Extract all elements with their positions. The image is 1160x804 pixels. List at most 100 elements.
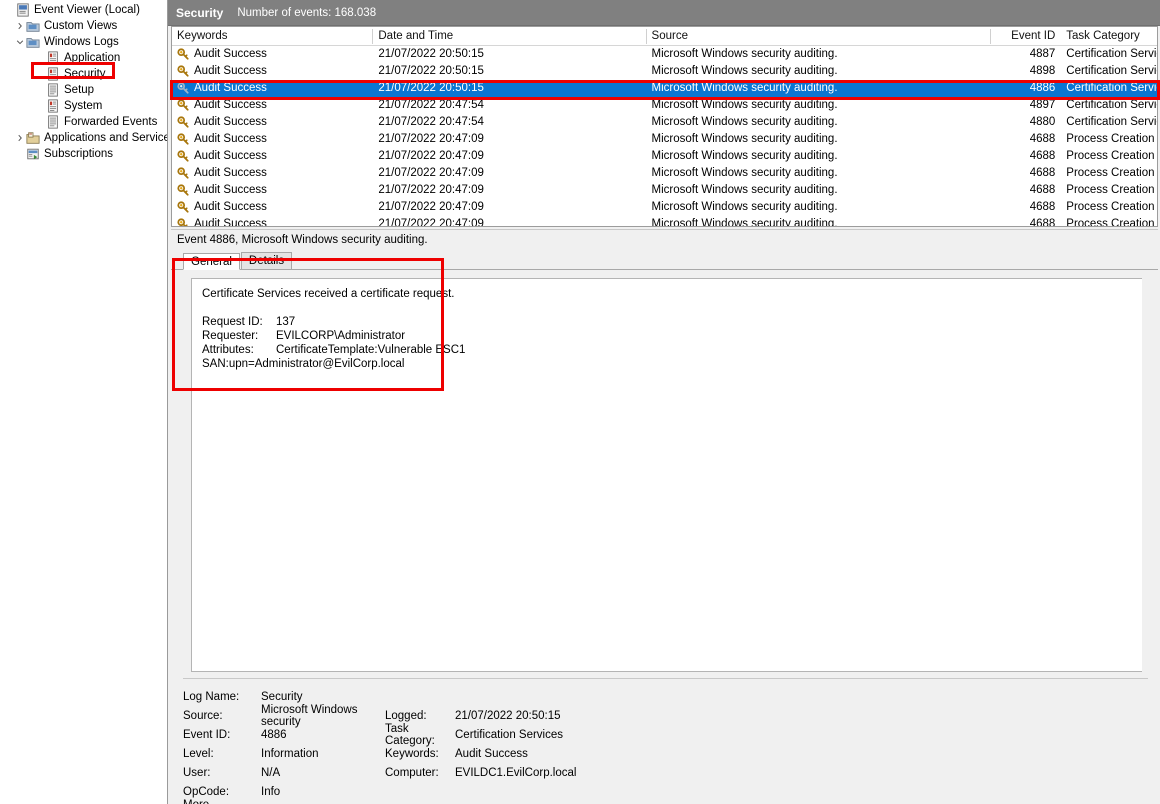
- keywords-text: Audit Success: [194, 116, 267, 128]
- tree-item-setup[interactable]: Setup: [0, 82, 167, 98]
- cell-taskcat: Certification Services: [1066, 99, 1157, 111]
- metadata-label2: Keywords:: [385, 747, 439, 760]
- event-row[interactable]: Audit Success 21/07/2022 20:47:09 Microsof…: [172, 182, 1157, 199]
- metadata-label: Source:: [183, 709, 223, 722]
- cell-source: Microsoft Windows security auditing.: [651, 201, 838, 213]
- event-row[interactable]: Audit Success 21/07/2022 20:50:15 Microsof…: [172, 46, 1157, 63]
- more-information-label: More Information:: [183, 799, 261, 804]
- key-icon: [177, 167, 189, 179]
- metadata-rows: Log Name: Security Source: Microsoft Window…: [183, 687, 1148, 801]
- console-tree[interactable]: Event Viewer (Local) Custom Views Windows …: [0, 2, 167, 162]
- cell-datetime: 21/07/2022 20:47:54: [378, 116, 484, 128]
- cell-source: Microsoft Windows security auditing.: [651, 133, 838, 145]
- cell-source: Microsoft Windows security auditing.: [651, 116, 838, 128]
- metadata-value: 4886: [261, 728, 287, 741]
- tree-item-security[interactable]: Security: [0, 66, 167, 82]
- tree-item-windows-logs[interactable]: Windows Logs: [0, 34, 167, 50]
- cell-eventid: 4897: [1029, 99, 1056, 111]
- tree-item-subscriptions[interactable]: Subscriptions: [0, 146, 167, 162]
- cell-keywords: Audit Success: [172, 97, 373, 114]
- event-list[interactable]: Keywords Date and Time Source Event ID Task …: [171, 26, 1158, 227]
- event-row[interactable]: Audit Success 21/07/2022 20:50:15 Microsof…: [172, 63, 1157, 80]
- column-header-taskcat[interactable]: Task Category: [1061, 27, 1157, 46]
- tree-item-forwarded-events[interactable]: Forwarded Events: [0, 114, 167, 130]
- console-tree-sidebar[interactable]: Event Viewer (Local) Custom Views Windows …: [0, 0, 168, 804]
- chevron-right-icon[interactable]: [14, 21, 26, 31]
- tree-item-applications-and-services-lo[interactable]: Applications and Services Lo: [0, 130, 167, 146]
- tab-details[interactable]: Details: [240, 252, 293, 269]
- event-row[interactable]: Audit Success 21/07/2022 20:47:09 Microsof…: [172, 148, 1157, 165]
- pane-title: Security: [176, 5, 224, 20]
- event-row[interactable]: Audit Success 21/07/2022 20:47:09 Microsof…: [172, 165, 1157, 182]
- cell-keywords: Audit Success: [172, 63, 373, 80]
- keywords-text: Audit Success: [194, 82, 267, 94]
- column-header-datetime[interactable]: Date and Time: [373, 27, 647, 46]
- keywords-text: Audit Success: [194, 218, 267, 227]
- tree-item-label: Setup: [64, 84, 95, 96]
- chevron-right-icon[interactable]: [14, 133, 26, 143]
- description-fields: Request ID: 137 Requester: EVILCORP\Adminis…: [202, 315, 1132, 357]
- event-description-box[interactable]: Certificate Services received a certific…: [191, 278, 1142, 672]
- cell-spacer: [852, 216, 992, 226]
- detail-tabstrip[interactable]: General Details: [171, 252, 1158, 270]
- cell-source: Microsoft Windows security auditing.: [651, 167, 838, 179]
- cell-taskcat: Process Creation: [1066, 167, 1155, 179]
- keywords-text: Audit Success: [194, 133, 267, 145]
- cell-spacer: [852, 148, 992, 165]
- column-header-source[interactable]: Source: [647, 27, 852, 46]
- tree-item-system[interactable]: System: [0, 98, 167, 114]
- description-field-label: Attributes:: [202, 344, 254, 356]
- description-headline: Certificate Services received a certific…: [202, 288, 455, 300]
- column-header-gap[interactable]: [852, 27, 992, 46]
- event-detail-panel: General Details Certificate Services rece…: [171, 252, 1158, 804]
- event-row[interactable]: Audit Success 21/07/2022 20:47:54 Microsof…: [172, 114, 1157, 131]
- key-icon: [177, 218, 188, 226]
- cell-spacer: [852, 114, 992, 131]
- event-summary-bar: Event 4886, Microsoft Windows security a…: [171, 229, 1158, 249]
- metadata-label: User:: [183, 766, 211, 779]
- tree-item-custom-views[interactable]: Custom Views: [0, 18, 167, 34]
- event-list-header[interactable]: Keywords Date and Time Source Event ID Task …: [172, 27, 1157, 46]
- cell-spacer: [852, 46, 992, 63]
- key-icon: [177, 82, 189, 94]
- cell-datetime: 21/07/2022 20:47:09: [378, 150, 484, 162]
- keywords-text: Audit Success: [194, 201, 267, 213]
- column-header-eventid[interactable]: Event ID: [991, 27, 1061, 46]
- event-row[interactable]: Audit Success 21/07/2022 20:47:09 Microsof…: [172, 199, 1157, 216]
- cell-taskcat: Certification Services: [1066, 65, 1157, 77]
- cell-eventid: 4688: [1029, 133, 1056, 145]
- cell-taskcat: Process Creation: [1066, 150, 1155, 162]
- tree-item-application[interactable]: Application: [0, 50, 167, 66]
- log-icon: [46, 99, 61, 113]
- log-icon: [46, 67, 61, 81]
- cell-spacer: [852, 165, 992, 182]
- keywords-text: Audit Success: [194, 150, 267, 162]
- event-summary-text: Event 4886, Microsoft Windows security a…: [177, 233, 428, 246]
- metadata-label: Level:: [183, 747, 214, 760]
- event-row[interactable]: Audit Success 21/07/2022 20:50:15 Microsof…: [172, 80, 1157, 97]
- cell-datetime: 21/07/2022 20:47:09: [378, 201, 484, 213]
- cell-datetime: 21/07/2022 20:50:15: [378, 65, 484, 77]
- cell-datetime: 21/07/2022 20:47:09: [378, 218, 484, 227]
- tree-item-label: Application: [64, 52, 121, 64]
- tree-item-event-viewer-local[interactable]: Event Viewer (Local): [0, 2, 167, 18]
- metadata-value: N/A: [261, 766, 281, 779]
- event-list-body[interactable]: Audit Success 21/07/2022 20:50:15 Microsof…: [172, 46, 1157, 227]
- cell-source: Microsoft Windows security auditing.: [651, 82, 838, 94]
- event-row[interactable]: Audit Success 21/07/2022 20:47:09 Microsof…: [172, 131, 1157, 148]
- column-header-keywords[interactable]: Keywords: [172, 27, 374, 46]
- keywords-text: Audit Success: [194, 65, 267, 77]
- description-field-value: EVILCORP\Administrator: [276, 330, 406, 342]
- cell-eventid: 4887: [1029, 48, 1056, 60]
- event-row[interactable]: Audit Success 21/07/2022 20:47:54 Microsof…: [172, 97, 1157, 114]
- metadata-row: OpCode: Info: [183, 782, 1148, 801]
- tab-general[interactable]: General: [183, 253, 240, 270]
- chevron-down-icon[interactable]: [14, 37, 26, 47]
- windows-logs-icon: [26, 35, 41, 49]
- metadata-value2: Audit Success: [455, 747, 528, 760]
- event-row[interactable]: Audit Success 21/07/2022 20:47:09 Microsof…: [172, 216, 1157, 227]
- cell-spacer: [852, 182, 992, 199]
- tree-item-label: System: [64, 100, 103, 112]
- key-icon: [177, 65, 189, 77]
- cell-spacer: [852, 131, 992, 148]
